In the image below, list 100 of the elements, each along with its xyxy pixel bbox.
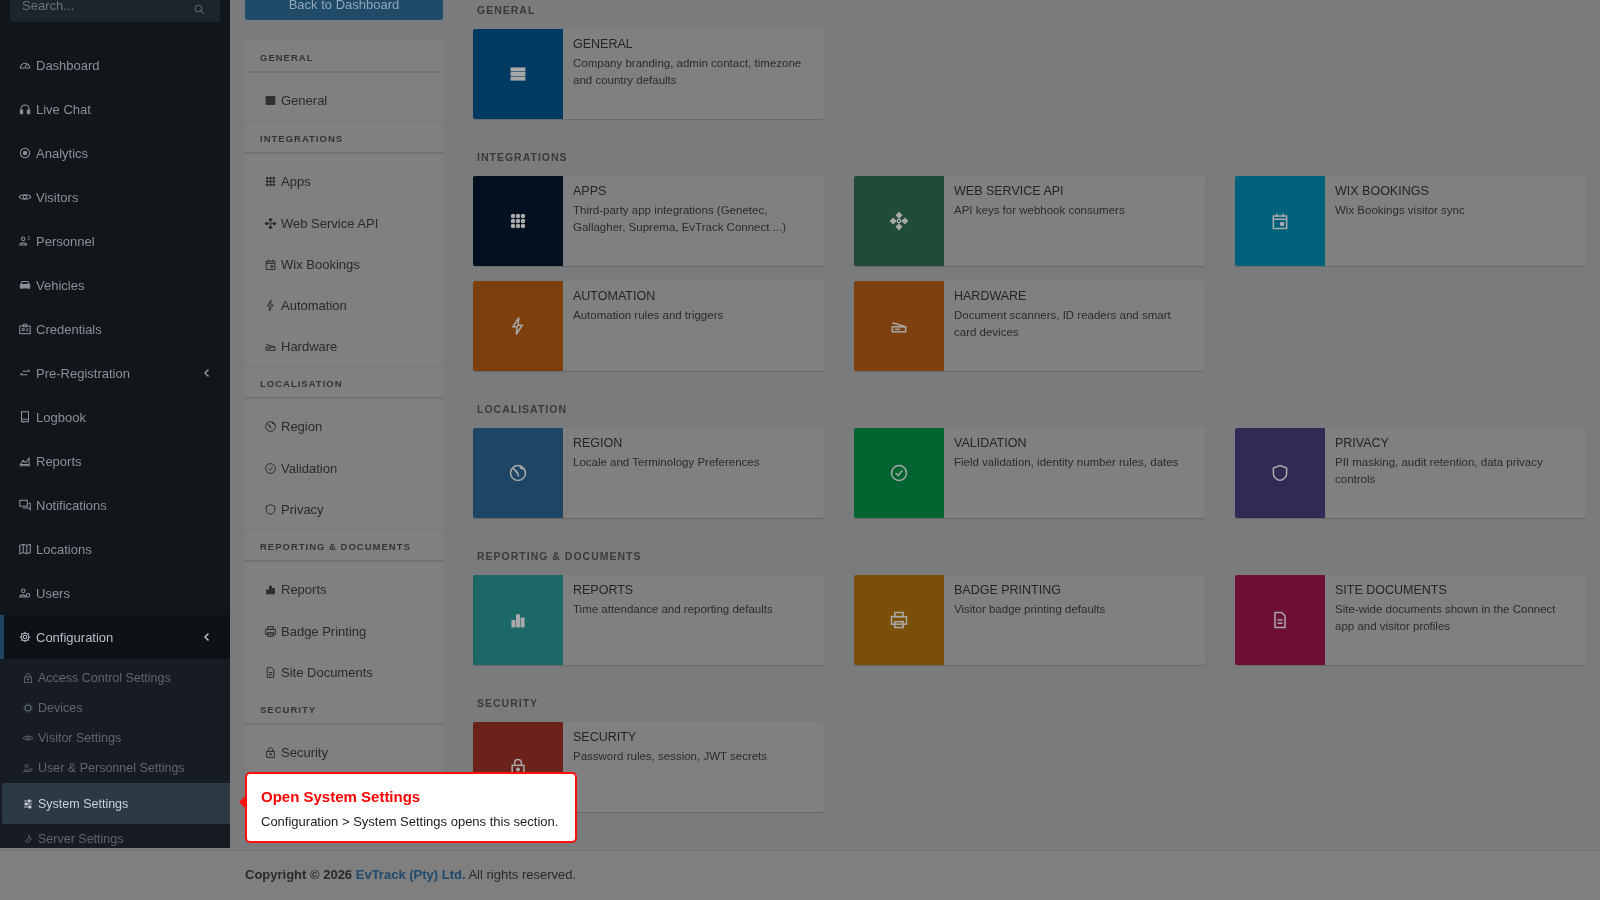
section-heading: REPORTING & DOCUMENTS (476, 549, 643, 564)
settings-nav-item[interactable]: Web Service API (245, 203, 443, 244)
users-icon (22, 762, 34, 774)
tooltip-title: Open System Settings (261, 788, 422, 805)
search-field[interactable]: Search... (10, 0, 220, 22)
sidebar-item[interactable]: Locations (0, 527, 230, 571)
card-description: Document scanners, ID readers and smart card devices (954, 308, 1172, 340)
settings-nav-item[interactable]: Badge Printing (245, 611, 443, 652)
settings-card[interactable]: GENERAL Company branding, admin contact, timezone and country defaults (473, 29, 824, 119)
card-title: BADGE PRINTING (954, 583, 1062, 597)
card-description: Company branding, admin contact, timezone and country defaults (573, 56, 803, 88)
settings-card[interactable]: WEB SERVICE API API keys for webhook consumers (854, 176, 1205, 266)
settings-nav-item[interactable]: Reports (245, 562, 443, 611)
card-title: APPS (573, 184, 608, 198)
sidebar-item[interactable]: Personnel (0, 219, 230, 263)
card-title: REPORTS (573, 583, 635, 597)
settings-nav-item[interactable]: Site Documents (245, 652, 443, 693)
card-title: HARDWARE (954, 289, 1028, 303)
section-heading: LOCALISATION (476, 402, 568, 417)
person-icon (18, 234, 32, 248)
card-title: PRIVACY (1335, 436, 1390, 450)
sidebar-item[interactable]: Visitors (0, 175, 230, 219)
target-icon (18, 146, 32, 160)
card-title: AUTOMATION (573, 289, 657, 303)
sidebar-item[interactable]: Vehicles (0, 263, 230, 307)
submenu-item[interactable]: Visitor Settings (2, 723, 230, 753)
settings-card[interactable]: AUTOMATION Automation rules and triggers (473, 281, 824, 371)
settings-nav-item[interactable]: Wix Bookings (245, 244, 443, 285)
settings-card[interactable]: WIX BOOKINGS Wix Bookings visitor sync (1235, 176, 1586, 266)
sidebar-item[interactable]: Reports (0, 439, 230, 483)
card-title: GENERAL (573, 37, 634, 51)
submenu-item[interactable]: Devices (2, 693, 230, 723)
settings-nav-item[interactable]: Validation (245, 448, 443, 489)
card-description: PII masking, audit retention, data privacy controls (1335, 455, 1544, 487)
card-title: VALIDATION (954, 436, 1028, 450)
sidebar-item[interactable]: Live Chat (0, 87, 230, 131)
search-icon (193, 3, 206, 16)
nodes-icon (889, 211, 909, 231)
card-description: Automation rules and triggers (573, 308, 724, 323)
list-icon (508, 64, 528, 84)
sidebar-item[interactable]: Analytics (0, 131, 230, 175)
submenu-item[interactable]: User & Personnel Settings (2, 753, 230, 783)
section-heading: SECURITY (245, 693, 443, 725)
settings-nav-item[interactable]: Automation (245, 285, 443, 326)
chat-icon (18, 498, 32, 512)
check-circle-icon (264, 461, 277, 475)
settings-nav-item[interactable]: Region (245, 399, 443, 448)
settings-card[interactable]: HARDWARE Document scanners, ID readers and smart card devices (854, 281, 1205, 371)
caret-icon (202, 632, 212, 642)
settings-card[interactable]: VALIDATION Field validation, identity number rules, dates (854, 428, 1205, 518)
card-title: SITE DOCUMENTS (1335, 583, 1448, 597)
document-icon (264, 665, 277, 679)
settings-card[interactable]: SITE DOCUMENTS Site-wide documents shown in the Connect app and visitor profiles (1235, 575, 1586, 665)
sidebar-item[interactable]: Pre-Registration (0, 351, 230, 395)
card-description: Field validation, identity number rules, dates (954, 455, 1179, 470)
chip-icon (22, 702, 34, 714)
settings-nav-item[interactable]: General (245, 73, 443, 122)
calendar-icon (1270, 211, 1290, 231)
settings-card[interactable]: REPORTS Time attendance and reporting defaults (473, 575, 824, 665)
book-icon (18, 410, 32, 424)
grid-icon (508, 211, 528, 231)
card-description: Time attendance and reporting defaults (573, 602, 773, 617)
lock-icon (264, 745, 277, 759)
section-heading: SECURITY (476, 696, 540, 711)
sidebar-item[interactable]: Configuration (0, 615, 230, 659)
settings-nav-item[interactable]: Privacy (245, 489, 443, 530)
settings-nav-item[interactable]: Apps (245, 154, 443, 203)
caret-icon (202, 368, 212, 378)
section-heading: INTEGRATIONS (476, 150, 569, 165)
settings-card[interactable]: PRIVACY PII masking, audit retention, data privacy controls (1235, 428, 1586, 518)
sidebar-item[interactable]: Logbook (0, 395, 230, 439)
card-description: Wix Bookings visitor sync (1335, 203, 1465, 218)
company-link[interactable]: EvTrack (Pty) Ltd. (355, 867, 466, 882)
id-card-icon (18, 322, 32, 336)
section-heading: INTEGRATIONS (245, 122, 443, 154)
sidebar-item[interactable]: Credentials (0, 307, 230, 351)
shield-icon (264, 502, 277, 516)
card-description: Visitor badge printing defaults (954, 602, 1106, 617)
submenu-item[interactable]: Access Control Settings (2, 663, 230, 693)
back-button[interactable]: Back to Dashboard (245, 0, 443, 20)
sidebar-item[interactable]: Users (0, 571, 230, 615)
settings-card[interactable]: APPS Third-party app integrations (Genetec, Gallagher, Suprema, EvTrack Connect ...) (473, 176, 824, 266)
settings-nav-item[interactable]: Hardware (245, 326, 443, 367)
calendar-icon (264, 257, 277, 271)
card-title: WIX BOOKINGS (1335, 184, 1430, 198)
section-heading: REPORTING & DOCUMENTS (245, 530, 443, 562)
settings-icon (18, 630, 32, 644)
grid-icon (264, 174, 277, 188)
sidebar-item[interactable]: Dashboard (0, 43, 230, 87)
section-heading: GENERAL (245, 41, 443, 73)
submenu-item[interactable]: System Settings (2, 783, 230, 824)
users-icon (18, 586, 32, 600)
settings-card[interactable]: REGION Locale and Terminology Preferences (473, 428, 824, 518)
sidebar-item[interactable]: Notifications (0, 483, 230, 527)
submenu-item[interactable]: Server Settings (2, 824, 230, 848)
tooltip-text: Configuration > System Settings opens this section. (261, 814, 560, 829)
car-icon (18, 278, 32, 292)
list-icon (264, 93, 277, 107)
card-description: API keys for webhook consumers (954, 203, 1125, 218)
settings-card[interactable]: BADGE PRINTING Visitor badge printing defaults (854, 575, 1205, 665)
